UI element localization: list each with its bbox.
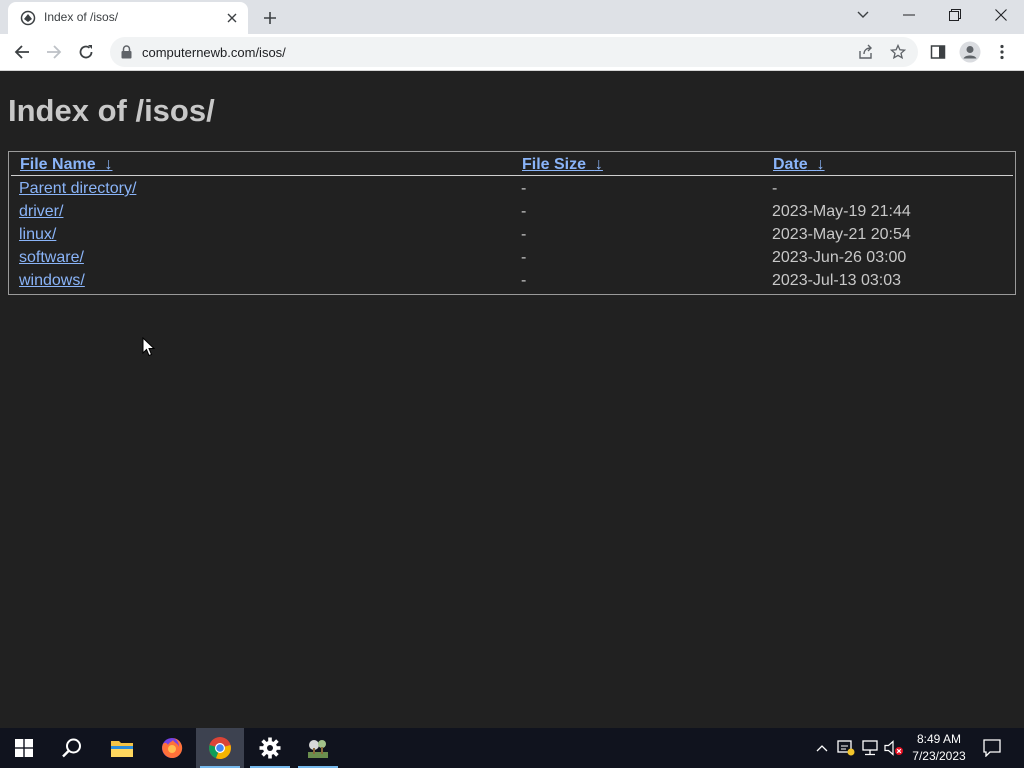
file-size-cell: - bbox=[521, 203, 527, 220]
back-icon[interactable] bbox=[8, 38, 36, 66]
sort-arrow-icon: ↓ bbox=[594, 156, 603, 173]
column-header-date: Date ↓ bbox=[764, 154, 1013, 176]
column-header-label: Date bbox=[773, 156, 808, 173]
folder-link-windows[interactable]: windows/ bbox=[19, 272, 85, 289]
side-panel-icon[interactable] bbox=[924, 38, 952, 66]
file-size-cell: - bbox=[521, 180, 527, 197]
folder-link-software[interactable]: software/ bbox=[19, 249, 84, 266]
lock-icon[interactable] bbox=[120, 45, 132, 59]
firefox-icon[interactable] bbox=[148, 728, 196, 768]
tab-search-chevron-down-icon[interactable] bbox=[840, 0, 886, 30]
app-icon[interactable] bbox=[294, 728, 342, 768]
sort-by-file-name-link[interactable]: File Name ↓ bbox=[20, 156, 112, 174]
column-header-file-name: File Name ↓ bbox=[11, 154, 513, 176]
tab-close-icon[interactable] bbox=[224, 10, 240, 26]
share-icon[interactable] bbox=[856, 42, 876, 62]
browser-toolbar: computernewb.com/isos/ bbox=[0, 34, 1024, 71]
minimize-icon[interactable] bbox=[886, 0, 932, 30]
page-title: Index of /isos/ bbox=[8, 93, 215, 128]
browser-tab[interactable]: Index of /isos/ bbox=[8, 2, 248, 34]
menu-kebab-icon[interactable] bbox=[988, 38, 1016, 66]
action-center-notification-icon[interactable] bbox=[980, 736, 1004, 760]
site-favicon-icon bbox=[20, 10, 36, 26]
file-size-cell: - bbox=[521, 226, 527, 243]
column-header-file-size: File Size ↓ bbox=[513, 154, 764, 176]
bookmark-star-icon[interactable] bbox=[888, 42, 908, 62]
parent-directory-link[interactable]: Parent directory/ bbox=[19, 180, 136, 197]
show-hidden-icons-chevron-up-icon[interactable] bbox=[812, 738, 832, 758]
forward-icon[interactable] bbox=[40, 38, 68, 66]
chrome-icon[interactable] bbox=[196, 728, 244, 768]
page-content: Index of /isos/ File Name ↓ File Size ↓ … bbox=[0, 71, 1024, 728]
sort-by-date-link[interactable]: Date ↓ bbox=[773, 156, 825, 174]
restore-icon[interactable] bbox=[932, 0, 978, 30]
taskbar: 8:49 AM 7/23/2023 bbox=[0, 728, 1024, 768]
profile-avatar-icon[interactable] bbox=[956, 38, 984, 66]
security-warning-icon[interactable] bbox=[836, 738, 856, 758]
file-size-cell: - bbox=[521, 272, 527, 289]
file-name-cell: linux/ bbox=[19, 226, 56, 244]
settings-icon[interactable] bbox=[246, 728, 294, 768]
mouse-cursor-icon bbox=[142, 336, 156, 357]
reload-icon[interactable] bbox=[72, 38, 100, 66]
close-window-icon[interactable] bbox=[978, 0, 1024, 30]
sort-by-file-size-link[interactable]: File Size ↓ bbox=[522, 156, 603, 174]
date-cell: 2023-May-19 21:44 bbox=[772, 203, 911, 220]
tab-strip: Index of /isos/ bbox=[0, 0, 1024, 34]
clock-time: 8:49 AM bbox=[916, 732, 962, 746]
file-name-cell: windows/ bbox=[19, 272, 85, 290]
file-name-cell: Parent directory/ bbox=[19, 180, 136, 198]
date-cell: 2023-May-21 20:54 bbox=[772, 226, 911, 243]
file-size-cell: - bbox=[521, 249, 527, 266]
sort-arrow-icon: ↓ bbox=[816, 156, 825, 173]
volume-muted-icon[interactable] bbox=[884, 738, 904, 758]
sort-arrow-icon: ↓ bbox=[104, 156, 113, 173]
column-header-label: File Name bbox=[20, 156, 96, 173]
file-name-cell: driver/ bbox=[19, 203, 63, 221]
network-icon[interactable] bbox=[860, 738, 880, 758]
folder-link-driver[interactable]: driver/ bbox=[19, 203, 63, 220]
file-explorer-icon[interactable] bbox=[98, 728, 146, 768]
file-name-cell: software/ bbox=[19, 249, 84, 267]
date-cell: - bbox=[772, 180, 778, 197]
clock-date: 7/23/2023 bbox=[912, 749, 966, 763]
directory-listing-table: File Name ↓ File Size ↓ Date ↓ Parent di… bbox=[8, 151, 1016, 295]
date-cell: 2023-Jul-13 03:03 bbox=[772, 272, 901, 289]
new-tab-icon[interactable] bbox=[258, 6, 282, 30]
url-text[interactable]: computernewb.com/isos/ bbox=[142, 45, 286, 60]
system-clock[interactable]: 8:49 AM 7/23/2023 bbox=[906, 731, 972, 765]
date-cell: 2023-Jun-26 03:00 bbox=[772, 249, 907, 266]
search-icon[interactable] bbox=[48, 728, 96, 768]
address-bar[interactable]: computernewb.com/isos/ bbox=[110, 37, 918, 67]
folder-link-linux[interactable]: linux/ bbox=[19, 226, 56, 243]
tab-title: Index of /isos/ bbox=[44, 10, 119, 24]
column-header-label: File Size bbox=[522, 156, 587, 173]
start-icon[interactable] bbox=[0, 728, 48, 768]
